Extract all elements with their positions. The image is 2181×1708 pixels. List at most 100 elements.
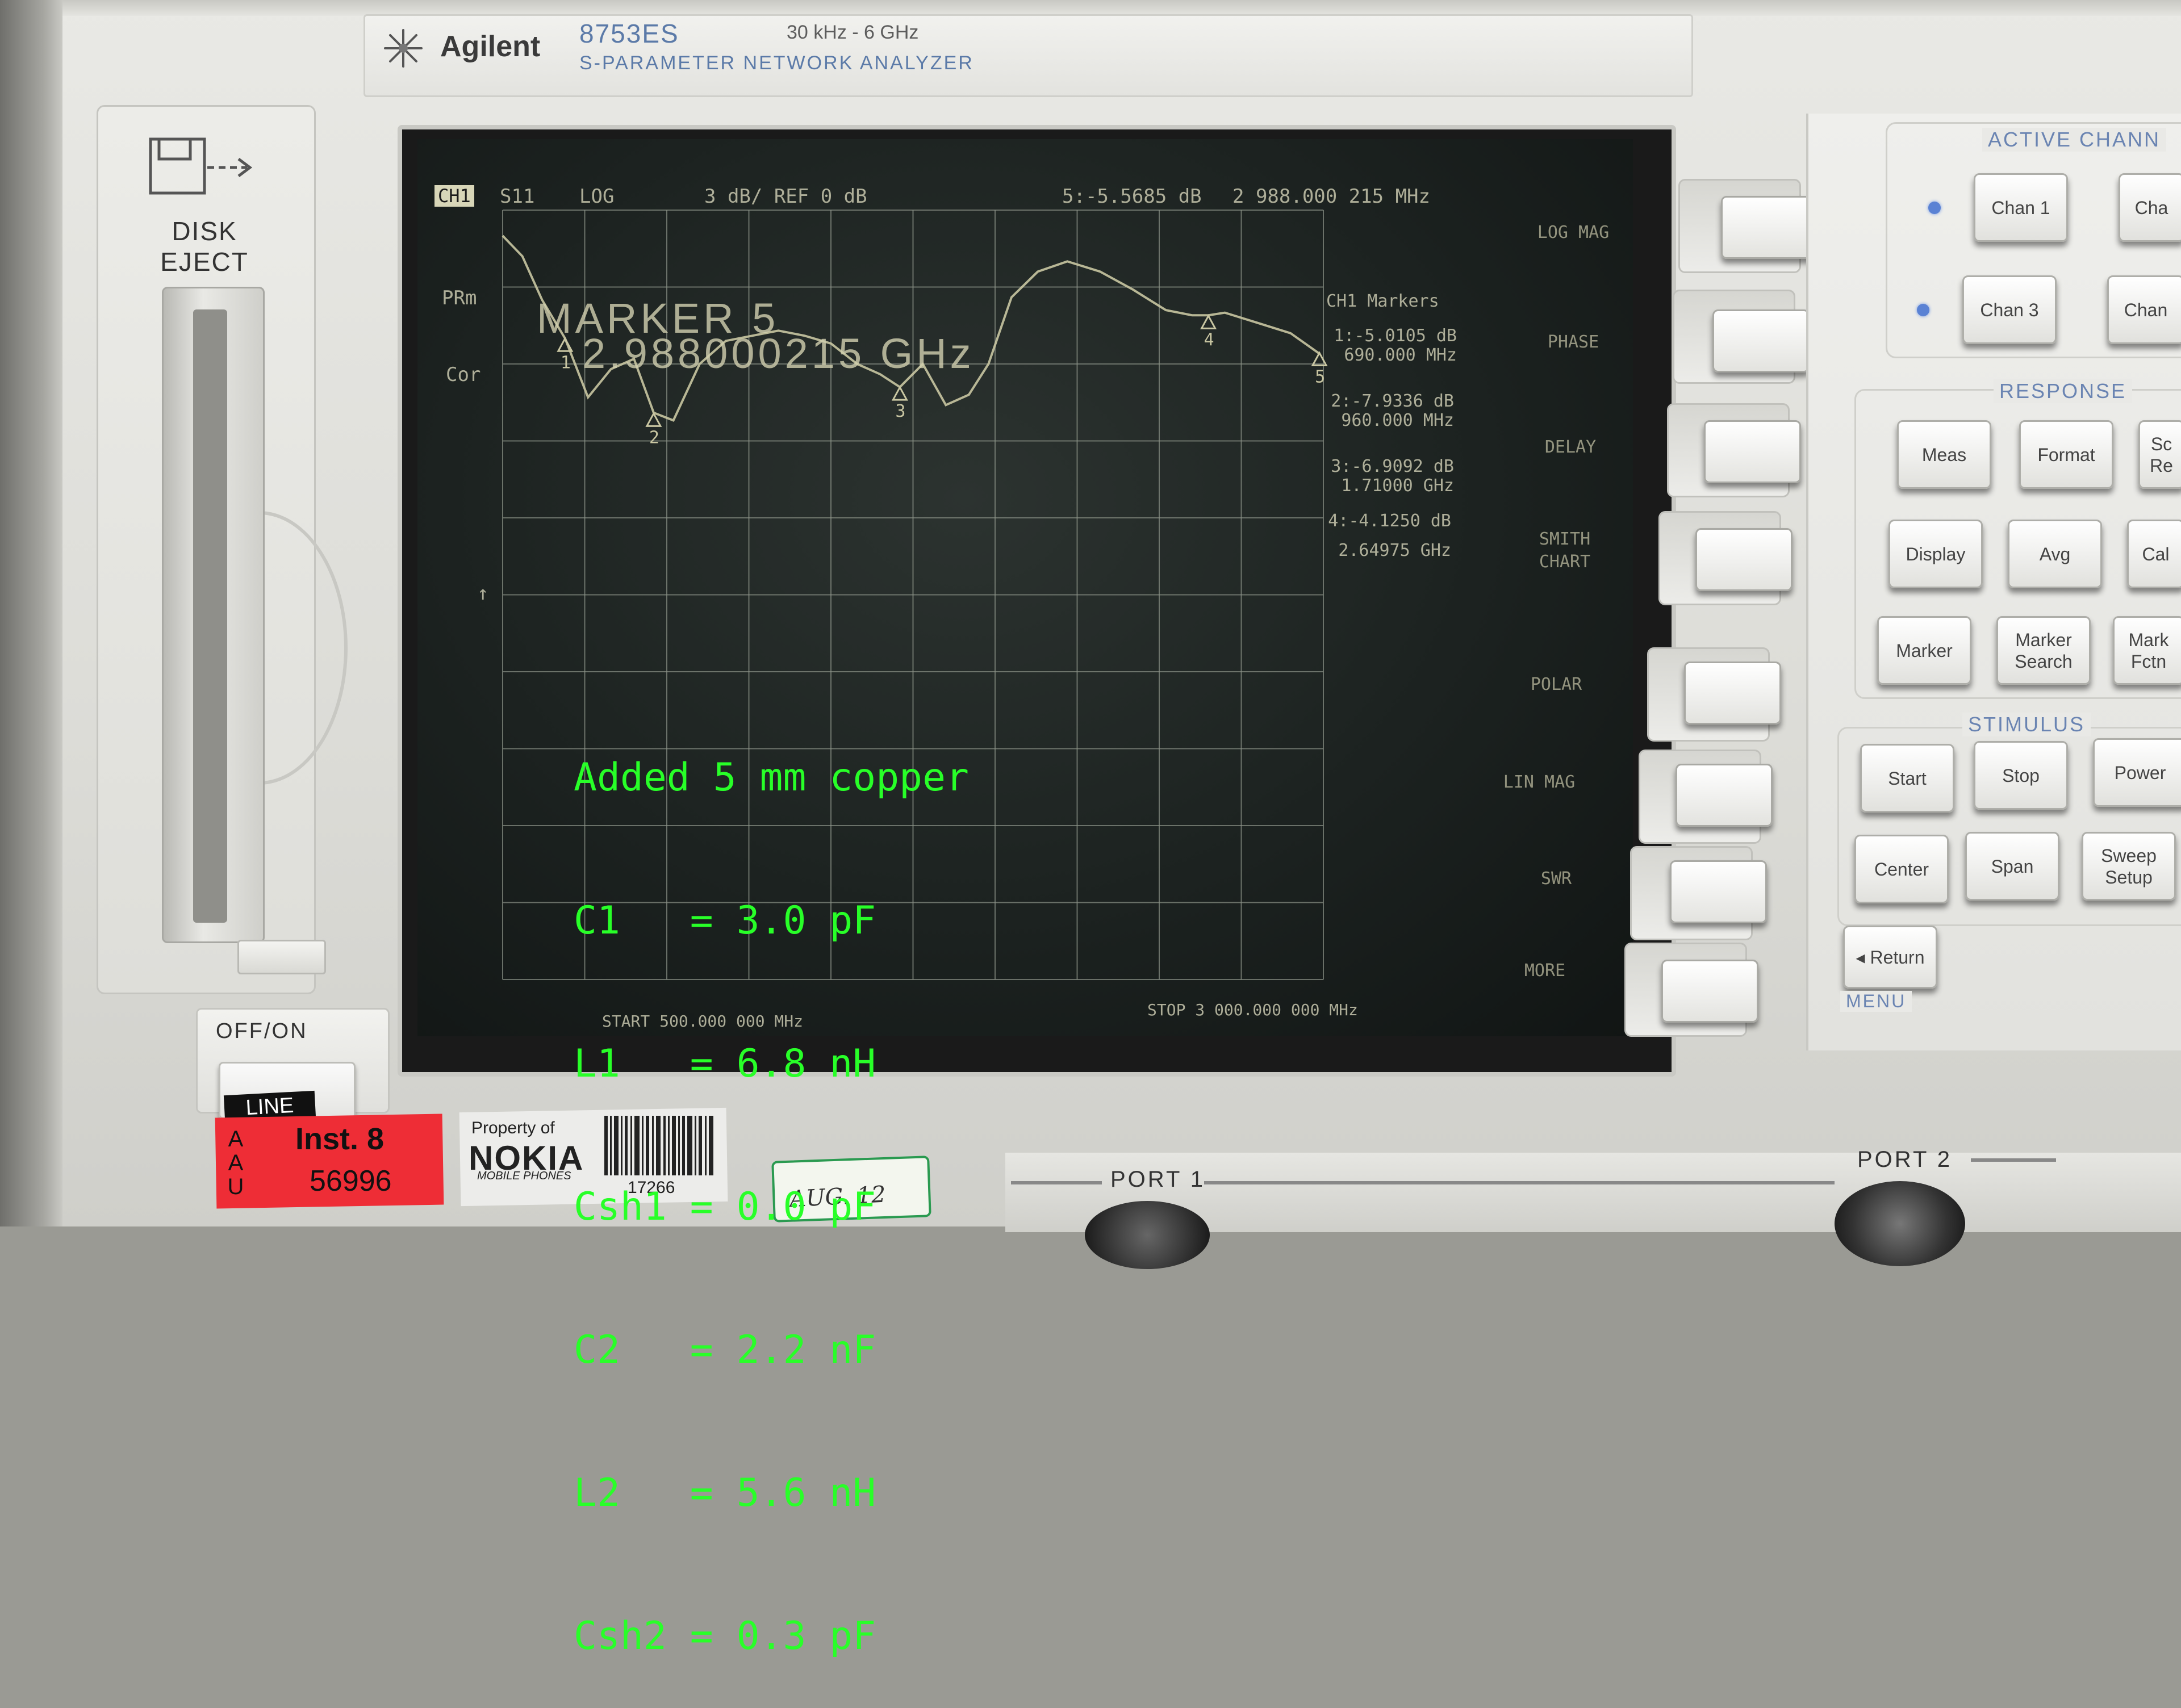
property-of-label: Property of [471,1119,555,1137]
display-format: LOG [579,185,615,208]
softkey-label-more: MORE [1524,961,1566,981]
marker-annotation: MARKER 5 2.988000215 GHz [537,298,975,377]
chan-4-button[interactable]: Chan [2107,275,2181,344]
marker-entry-3: 3:-6.9092 dB 1.71000 GHz [1315,457,1454,496]
marker-entry-2: 2:-7.9336 dB 960.000 MHz [1318,392,1454,430]
softkey-7-button[interactable] [1670,860,1767,923]
softkey-label-smith-chart: SMITH CHART [1514,528,1616,573]
active-marker-readout: 5:-5.5685 dB [1062,185,1202,208]
menu-label: MENU [1840,991,1912,1012]
marker-1-db: 1:-5.0105 dB [1334,326,1457,346]
active-channel-title: ACTIVE CHANN [1982,128,2167,152]
port2-connector[interactable] [1835,1181,1965,1266]
instrument-number: 56996 [310,1165,392,1198]
softkey-label-smith: SMITH [1539,529,1591,549]
marker-4-triangle [1200,314,1217,329]
scale-ref-button[interactable]: Sc Re [2138,420,2181,489]
note-line: C1 = 3.0 pF [574,898,876,943]
marker-4-db: 4:-4.1250 dB [1328,511,1451,531]
brand-name: Agilent [440,30,541,63]
marker-entry-4: 4:-4.1250 dB 2.64975 GHz [1315,506,1451,566]
power-key-button[interactable]: Power [2093,738,2181,807]
format-button[interactable]: Format [2019,420,2113,489]
marker-3-db: 3:-6.9092 dB [1331,457,1454,476]
marker-4-label: 4 [1204,330,1214,350]
softkey-label-phase: PHASE [1547,332,1599,352]
marker-button[interactable]: Marker [1877,616,1971,685]
disk-eject-button[interactable] [237,940,326,974]
marker-3-triangle [891,385,908,401]
center-button[interactable]: Center [1854,835,1949,903]
chan3-led [1917,304,1929,316]
note-line: L2 = 5.6 nH [574,1471,876,1516]
reference-arrow: ↑ [477,582,489,605]
softkey-3-button[interactable] [1704,420,1801,483]
header-panel [364,14,1693,97]
disk-eject-icon [149,137,253,195]
aau-letters: A A U [224,1127,247,1199]
aau-letter: U [227,1174,244,1199]
softkey-label-log-mag: LOG MAG [1537,223,1610,242]
span-button[interactable]: Span [1965,832,2059,901]
chan-1-button[interactable]: Chan 1 [1974,173,2068,242]
softkey-5-button[interactable] [1684,662,1781,725]
port1-label: PORT 1 [1110,1167,1206,1192]
marker-2-db: 2:-7.9336 dB [1331,391,1454,411]
marker-entry-1: 1:-5.0105 dB 690.000 MHz [1326,326,1457,365]
stop-frequency: STOP 3 000.000 000 MHz [1147,1000,1358,1019]
softkey-label-lin-mag: LIN MAG [1503,772,1576,792]
start-button[interactable]: Start [1860,744,1954,813]
marker-fctn-button[interactable]: Mark Fctn [2113,616,2181,685]
instrument-id: Inst. 8 [295,1122,385,1156]
bench-wall [0,0,62,1226]
marker-5-label: 5 [1315,367,1325,387]
marker-4-freq: 2.64975 GHz [1338,541,1451,560]
nokia-subtitle: MOBILE PHONES [477,1170,571,1182]
softkey-label-chart: CHART [1539,552,1591,572]
port1-rule-left [1011,1181,1102,1184]
cal-button[interactable]: Cal [2127,520,2181,588]
disk-eject-label: DISK EJECT [136,216,273,277]
softkey-1-button[interactable] [1721,196,1818,259]
chan-2-button[interactable]: Cha [2119,173,2181,242]
port2-rule-right [1971,1158,2056,1162]
softkey-8-button[interactable] [1661,960,1758,1023]
marker-2-label: 2 [649,428,659,447]
marker-3-label: 3 [895,401,905,421]
avg-button[interactable]: Avg [2008,520,2102,588]
port-rule-middle [1204,1181,1835,1184]
return-button[interactable]: ◂ Return [1843,926,1937,989]
prm-indicator: PRm [442,287,477,309]
softkey-label-swr: SWR [1540,869,1572,889]
marker-3-freq: 1.71000 GHz [1341,476,1454,496]
frequency-range: 30 kHz - 6 GHz [787,22,919,43]
display-button[interactable]: Display [1888,520,1983,588]
agilent-spark-icon [384,29,423,68]
stop-button[interactable]: Stop [1974,741,2068,810]
markers-header: CH1 Markers [1326,291,1439,311]
component-notes: Added 5 mm copper C1 = 3.0 pF L1 = 6.8 n… [574,659,969,1708]
marker-value: 2.988000215 GHz [582,330,975,377]
stimulus-title: STIMULUS [1962,713,2091,736]
port1-connector[interactable] [1085,1201,1210,1269]
softkey-4-button[interactable] [1695,528,1793,591]
note-line: Csh2 = 0.3 pF [574,1614,876,1659]
softkey-label-polar: POLAR [1530,675,1582,694]
model-number: 8753ES [579,19,679,48]
softkey-label-delay: DELAY [1544,437,1597,457]
note-line: Csh1 = 0.0 pF [574,1184,876,1229]
power-label: OFF/ON [216,1019,308,1043]
meas-button[interactable]: Meas [1897,420,1991,489]
marker-search-button[interactable]: Marker Search [1996,616,2091,685]
marker-2-freq: 960.000 MHz [1341,411,1454,430]
response-title: RESPONSE [1994,379,2133,403]
chan-3-button[interactable]: Chan 3 [1962,275,2057,344]
channel-badge: CH1 [434,185,474,207]
softkey-2-button[interactable] [1712,309,1810,372]
top-rail [62,0,2181,16]
measured-parameter: S11 [500,185,535,208]
sweep-setup-button[interactable]: Sweep Setup [2082,832,2176,901]
softkey-6-button[interactable] [1676,764,1773,827]
disk-label-line1: DISK [172,216,237,246]
floppy-slot-opening [193,309,227,923]
